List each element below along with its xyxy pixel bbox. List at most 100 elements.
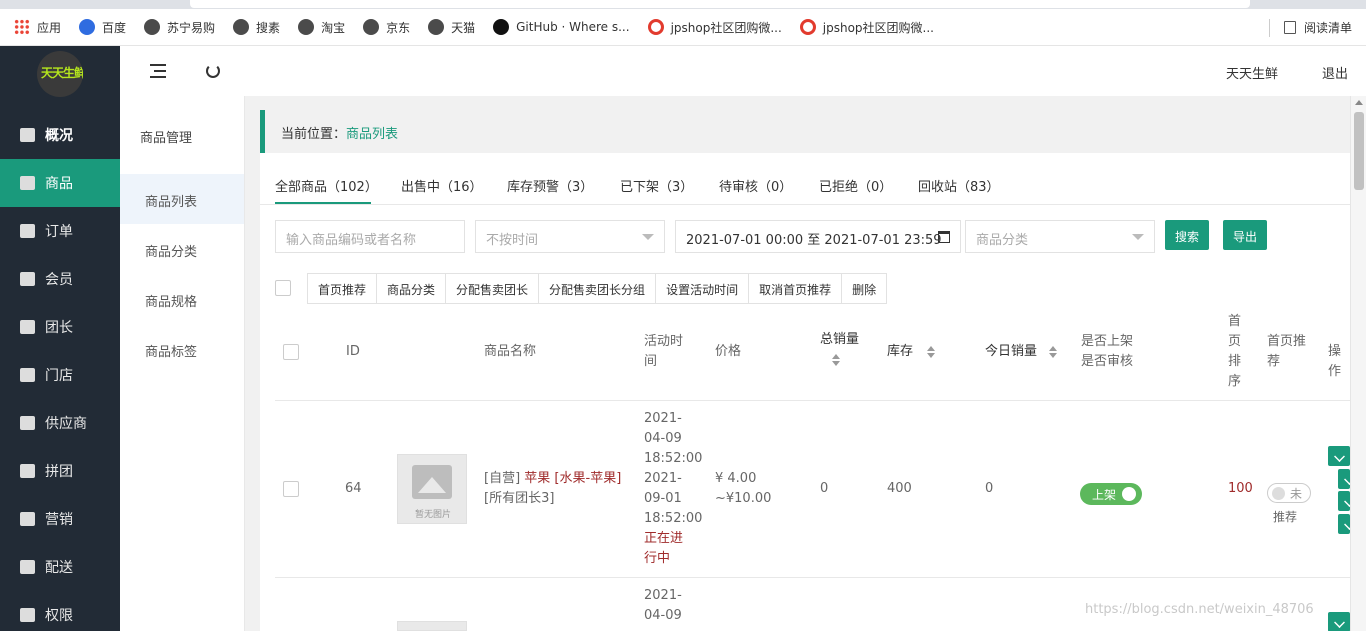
main-content: 当前位置：商品列表 全部商品（102） 出售中（16） 库存预警（3） 已下架（…: [260, 110, 1350, 631]
nav-leaders[interactable]: 团长: [0, 303, 120, 351]
globe-icon: [233, 19, 250, 35]
breadcrumb-current[interactable]: 商品列表: [346, 127, 398, 142]
batch-set-activity-time[interactable]: 设置活动时间: [656, 274, 750, 303]
sort-icon: [832, 353, 840, 366]
nav-marketing[interactable]: 营销: [0, 495, 120, 543]
bookmark-suning[interactable]: 苏宁易购: [144, 19, 215, 36]
edit-icon[interactable]: [1328, 446, 1350, 466]
address-bar[interactable]: [190, 0, 1250, 8]
subnav-goods-spec[interactable]: 商品规格: [120, 274, 244, 324]
batch-delete[interactable]: 删除: [842, 274, 886, 303]
onshelf-toggle[interactable]: 上架: [1080, 483, 1142, 505]
sort-icon: [927, 345, 936, 358]
product-name[interactable]: [自营] 苹果 [水果-苹果] [所有团长3]: [484, 469, 634, 509]
user-name[interactable]: 天天生鲜: [1226, 63, 1278, 82]
active-tab-indicator: [275, 202, 371, 204]
scroll-up-icon[interactable]: [1355, 100, 1363, 105]
nav-groupbuy[interactable]: 拼团: [0, 447, 120, 495]
stock-value: 400: [887, 481, 912, 496]
export-button[interactable]: 导出: [1223, 220, 1268, 250]
col-today-sales[interactable]: 今日销量: [985, 342, 1058, 362]
row-checkbox[interactable]: [283, 481, 299, 497]
page-scrollbar[interactable]: [1350, 96, 1366, 631]
activity-time: 2021- 04-09 18:52:00 2021- 09-01 18:52:0…: [644, 411, 703, 566]
row-divider: [275, 577, 1350, 578]
tab-rejected[interactable]: 已拒绝（0）: [819, 176, 892, 195]
home-sort-value[interactable]: 100: [1228, 479, 1253, 499]
header-checkbox[interactable]: [283, 344, 299, 360]
main-nav: 概况 商品 订单 会员 团长 门店 供应商 拼团 营销 配送 权限: [0, 111, 120, 631]
tab-on-sale[interactable]: 出售中（16）: [401, 176, 483, 195]
keyword-input[interactable]: 输入商品编码或者名称: [275, 220, 465, 253]
store-icon: [20, 368, 35, 382]
select-all-checkbox[interactable]: [275, 280, 291, 296]
copy-icon[interactable]: [1338, 469, 1350, 489]
product-image-placeholder[interactable]: [397, 621, 467, 631]
nav-delivery[interactable]: 配送: [0, 543, 120, 591]
price-range: ¥ 4.00 ~¥10.00: [715, 471, 772, 506]
scroll-thumb[interactable]: [1354, 112, 1364, 190]
batch-category[interactable]: 商品分类: [377, 274, 447, 303]
batch-home-recommend[interactable]: 首页推荐: [308, 274, 378, 303]
subnav-goods-category[interactable]: 商品分类: [120, 224, 244, 274]
nav-suppliers[interactable]: 供应商: [0, 399, 120, 447]
col-price: 价格: [715, 344, 742, 359]
bookmark-search[interactable]: 搜素: [233, 19, 280, 36]
col-onshelf-audit: 是否上架 是否审核: [1081, 334, 1134, 369]
batch-assign-leader-group[interactable]: 分配售卖团长分组: [539, 274, 657, 303]
subnav-goods-tags[interactable]: 商品标签: [120, 324, 244, 374]
product-image-placeholder[interactable]: 暂无图片: [397, 454, 467, 524]
bookmark-github[interactable]: GitHub · Where s...: [493, 19, 630, 35]
tab-pending-review[interactable]: 待审核（0）: [719, 176, 792, 195]
col-id: ID: [346, 344, 360, 359]
time-select[interactable]: 不按时间: [475, 220, 665, 253]
bookmark-jd[interactable]: 京东: [363, 19, 410, 36]
total-sales-value: 0: [820, 481, 829, 496]
tab-off-shelf[interactable]: 已下架（3）: [620, 176, 693, 195]
search-button[interactable]: 搜索: [1165, 220, 1210, 250]
nav-goods[interactable]: 商品: [0, 159, 120, 207]
nav-members[interactable]: 会员: [0, 255, 120, 303]
reading-list[interactable]: 阅读清单: [1268, 9, 1352, 46]
chevron-down-icon: [642, 234, 654, 240]
subnav-goods-list[interactable]: 商品列表: [120, 174, 244, 224]
bookmark-jpshop-2[interactable]: jpshop社区团购微...: [799, 19, 934, 36]
col-stock[interactable]: 库存: [887, 342, 936, 362]
goods-icon: [20, 176, 35, 190]
col-operations: 操作: [1328, 344, 1342, 379]
bookmark-jpshop-1[interactable]: jpshop社区团购微...: [647, 19, 782, 36]
nav-permissions[interactable]: 权限: [0, 591, 120, 631]
date-range-input[interactable]: 2021-07-01 00:00 至 2021-07-01 23:59: [675, 220, 961, 253]
logout-link[interactable]: 退出: [1322, 63, 1348, 82]
logo[interactable]: 天天生鲜: [37, 51, 83, 97]
calendar-icon: [938, 231, 950, 243]
bookmark-baidu[interactable]: 百度: [79, 19, 126, 36]
tab-stock-warning[interactable]: 库存预警（3）: [507, 176, 593, 195]
refresh-icon[interactable]: [206, 64, 220, 78]
col-home-sort: 首页排序: [1228, 314, 1242, 389]
nav-orders[interactable]: 订单: [0, 207, 120, 255]
nav-overview[interactable]: 概况: [0, 111, 120, 159]
category-select[interactable]: 商品分类: [965, 220, 1155, 253]
nav-stores[interactable]: 门店: [0, 351, 120, 399]
image-icon: [412, 465, 452, 499]
tab-all-goods[interactable]: 全部商品（102）: [275, 176, 378, 195]
activity-time: 2021- 04-09: [644, 588, 682, 623]
batch-assign-leader[interactable]: 分配售卖团长: [446, 274, 540, 303]
gift-icon: [20, 512, 35, 526]
batch-cancel-home-recommend[interactable]: 取消首页推荐: [749, 274, 843, 303]
row-divider: [275, 400, 1350, 401]
home-recommend-toggle[interactable]: 未: [1267, 483, 1311, 503]
link-icon[interactable]: [1338, 491, 1350, 511]
tab-recycle-bin[interactable]: 回收站（83）: [918, 176, 1000, 195]
menu-toggle-icon[interactable]: [150, 64, 166, 78]
truck-icon: [20, 560, 35, 574]
bookmark-apps[interactable]: 应用: [14, 19, 61, 36]
edit-icon[interactable]: [1328, 612, 1350, 631]
bookmark-taobao[interactable]: 淘宝: [298, 19, 345, 36]
bookmark-tmall[interactable]: 天猫: [428, 19, 475, 36]
col-total-sales[interactable]: 总销量: [820, 330, 859, 370]
globe-icon: [428, 19, 445, 35]
more-icon[interactable]: [1338, 514, 1350, 534]
chevron-down-icon: [1132, 234, 1144, 240]
